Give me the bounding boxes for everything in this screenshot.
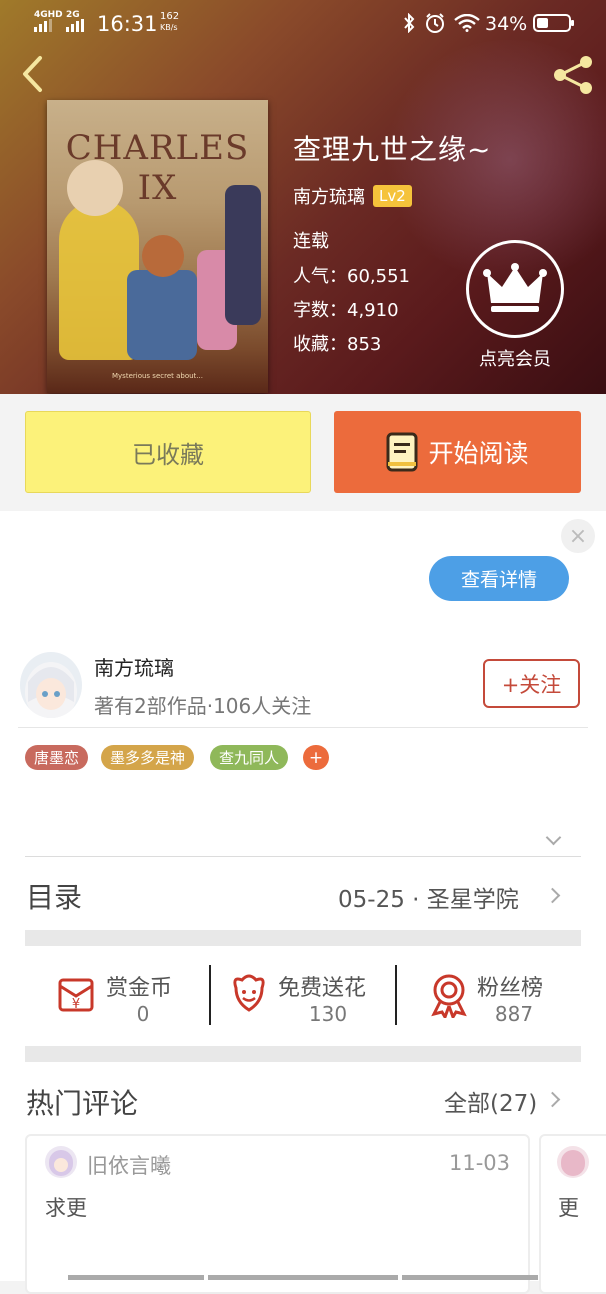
share-icon[interactable] — [550, 54, 596, 96]
book-author[interactable]: 南方琉璃 — [293, 183, 365, 209]
commenter-avatar[interactable] — [45, 1146, 77, 1178]
commenter-avatar[interactable] — [557, 1146, 589, 1178]
author-level-badge: Lv2 — [373, 185, 412, 207]
fan-rank-label[interactable]: 粉丝榜 — [477, 970, 543, 1002]
view-details-button[interactable]: 查看详情 — [429, 556, 569, 601]
popularity-stat: 人气：60,551 — [293, 266, 410, 287]
book-author-row: 南方琉璃 Lv2 — [293, 183, 412, 209]
comment-card[interactable]: 更 — [539, 1134, 606, 1294]
ad-close-button[interactable]: × — [561, 519, 595, 553]
cover-figure-2 — [127, 270, 197, 360]
add-tag-button[interactable]: + — [303, 745, 329, 770]
cover-figure-head-2 — [142, 235, 184, 277]
comment-card[interactable]: 旧依言曦 11-03 求更 — [25, 1134, 530, 1294]
author-name[interactable]: 南方琉璃 — [94, 652, 174, 681]
author-stats: 著有2部作品·106人关注 — [94, 694, 312, 718]
book-cover[interactable]: CHARLES IX Mysterious secret about... — [47, 100, 268, 393]
catalog-title[interactable]: 目录 — [26, 876, 82, 916]
back-arrow-icon[interactable] — [18, 54, 46, 94]
follow-button[interactable]: +关注 — [483, 659, 580, 708]
alarm-icon — [426, 13, 444, 33]
tag-3[interactable]: 查九同人 — [210, 745, 289, 770]
book-status: 连载 — [293, 231, 329, 252]
catalog-latest[interactable]: 05-25 · 圣星学院 — [338, 880, 519, 914]
author-avatar[interactable] — [20, 652, 82, 718]
cover-figure-4 — [225, 185, 261, 325]
start-reading-label: 开始阅读 — [428, 439, 529, 468]
favorites-stat: 收藏：853 — [293, 334, 382, 355]
favorited-button[interactable]: 已收藏 — [25, 411, 311, 493]
net-speed-unit: KB/s — [160, 23, 178, 32]
avatar-art — [25, 662, 77, 718]
comments-all-link[interactable]: 全部(27) — [444, 1084, 537, 1118]
flower-label[interactable]: 免费送花 — [278, 970, 366, 1002]
net-speed-value: 162 — [160, 11, 180, 22]
book-hero: 4GHD 2G 16:31 162 KB/s 34% CHARLES IX My… — [0, 0, 606, 394]
cover-subtitle: Mysterious secret about... — [112, 372, 203, 380]
member-label[interactable]: 点亮会员 — [470, 345, 560, 371]
wifi-icon — [454, 14, 480, 32]
bottom-scroll-indicator — [208, 1275, 398, 1280]
comment-date: 11-03 — [449, 1151, 511, 1175]
divider — [18, 727, 588, 728]
bottom-scroll-indicator — [402, 1275, 538, 1280]
reward-label[interactable]: 赏金币 — [106, 970, 172, 1002]
signal-bars-2-icon — [66, 19, 84, 32]
comment-text: 求更 — [45, 1196, 87, 1220]
book-title: 查理九世之缘~ — [293, 133, 492, 166]
commenter-name[interactable]: 旧依言曦 — [87, 1150, 171, 1180]
status-bar: 4GHD 2G 16:31 162 KB/s 34% — [0, 0, 606, 46]
fan-rank-value: 887 — [494, 1002, 534, 1026]
comments-title: 热门评论 — [26, 1087, 139, 1120]
battery-percent: 34% — [485, 13, 528, 35]
bottom-scroll-indicator — [68, 1275, 204, 1280]
crown-icon — [483, 263, 547, 312]
signal-bars-1-icon — [34, 19, 52, 32]
bluetooth-icon — [404, 13, 415, 33]
flower-icon[interactable] — [228, 972, 270, 1016]
word-count-stat: 字数：4,910 — [293, 300, 399, 321]
comment-text: 更 — [558, 1196, 579, 1220]
section-separator — [25, 930, 581, 946]
clock: 16:31 — [97, 12, 158, 36]
stat-separator — [395, 965, 397, 1025]
start-reading-button[interactable]: 开始阅读 — [334, 411, 581, 493]
reward-value: 0 — [136, 1002, 150, 1026]
member-crown-button[interactable] — [466, 240, 564, 338]
svg-text:¥: ¥ — [72, 997, 80, 1012]
book-icon — [386, 432, 418, 472]
medal-icon[interactable] — [428, 972, 470, 1018]
coin-envelope-icon[interactable]: ¥ — [54, 972, 98, 1016]
stat-separator — [209, 965, 211, 1025]
tag-1[interactable]: 唐墨恋 — [25, 745, 89, 770]
tag-2[interactable]: 墨多多是神 — [101, 745, 195, 770]
section-separator — [25, 1046, 581, 1062]
divider — [25, 856, 581, 857]
flower-value: 130 — [308, 1002, 348, 1026]
battery-icon — [533, 14, 574, 32]
cover-figure-head-1 — [67, 160, 123, 216]
